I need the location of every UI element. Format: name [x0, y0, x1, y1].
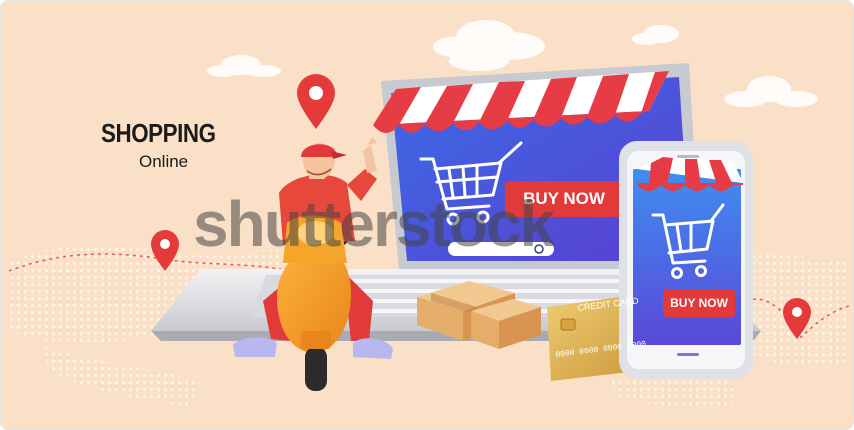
image-frame: SHOPPING Online BUY NOW BUY NOW CREDIT C…: [0, 0, 854, 430]
phone-awning: [637, 157, 743, 191]
watermark: shutterstock: [193, 188, 555, 260]
subheading-online: Online: [139, 152, 189, 171]
phone-buy-now-label: BUY NOW: [670, 296, 728, 310]
heading-shopping: SHOPPING: [101, 118, 216, 148]
